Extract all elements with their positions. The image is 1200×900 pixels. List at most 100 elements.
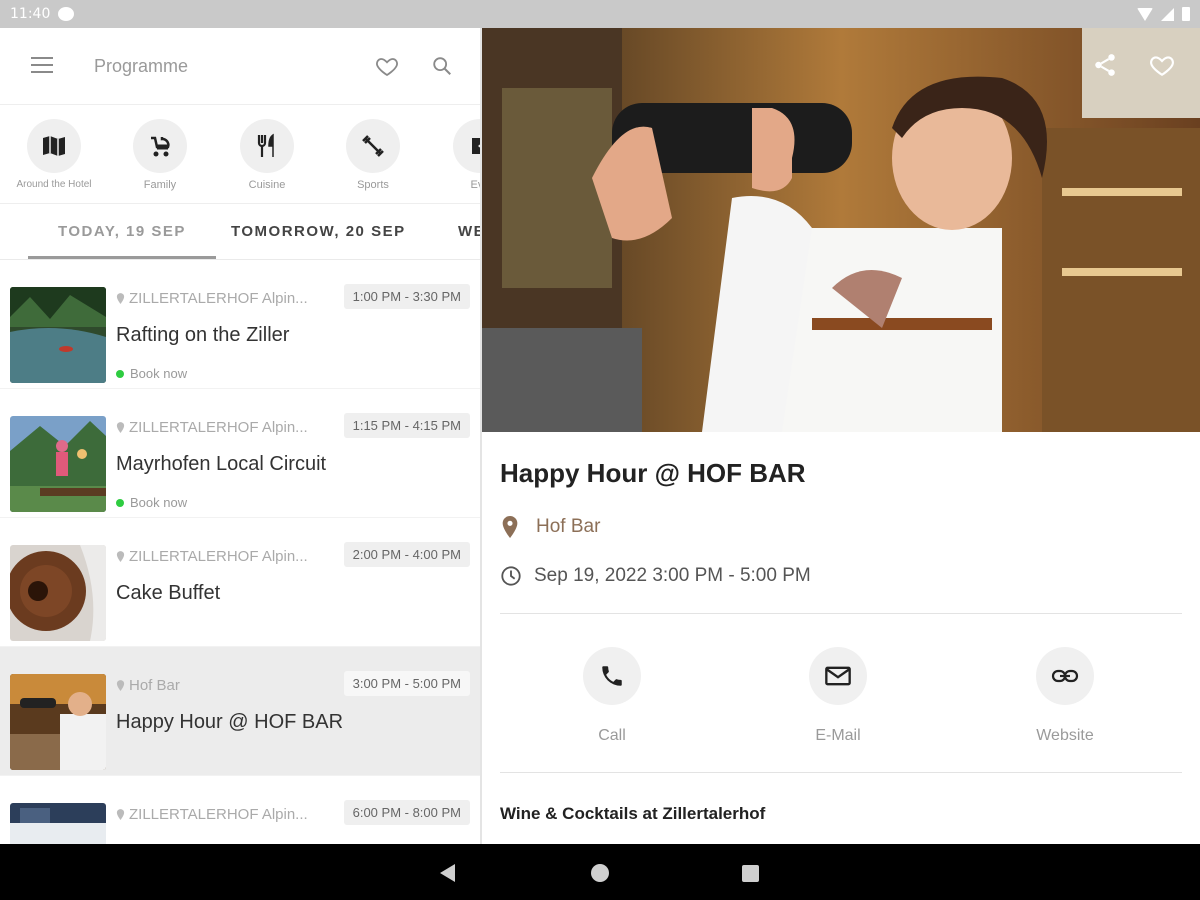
- book-now-status[interactable]: Book now: [116, 495, 187, 510]
- email-label: E-Mail: [815, 727, 861, 744]
- event-location: ZILLERTALERHOF Alpin...: [116, 419, 308, 436]
- event-detail-datetime-text: Sep 19, 2022 3:00 PM - 5:00 PM: [534, 565, 811, 586]
- battery-icon: [1182, 7, 1190, 21]
- category-sports[interactable]: Sports: [328, 119, 418, 191]
- event-location: ZILLERTALERHOF Alpin...: [116, 548, 308, 565]
- event-location-text: ZILLERTALERHOF Alpin...: [129, 419, 308, 436]
- event-thumbnail: [10, 803, 106, 844]
- event-detail-datetime: Sep 19, 2022 3:00 PM - 5:00 PM: [500, 565, 811, 587]
- location-pin-icon: [116, 551, 125, 562]
- dumbbell-icon: [362, 135, 384, 157]
- event-row[interactable]: ZILLERTALERHOF Alpin... 6:00 PM - 8:00 P…: [0, 776, 480, 844]
- favorite-heart-icon[interactable]: [1148, 52, 1176, 78]
- category-label: Cuisine: [248, 179, 286, 191]
- date-tabs: TODAY, 19 SEP TOMORROW, 20 SEP WE: [0, 204, 480, 260]
- event-title: Mayrhofen Local Circuit: [116, 453, 327, 475]
- location-pin-icon: [116, 809, 125, 820]
- event-time-badge: 1:15 PM - 4:15 PM: [343, 413, 470, 438]
- favorites-heart-icon[interactable]: [374, 54, 400, 78]
- event-detail-location[interactable]: Hof Bar: [500, 516, 600, 538]
- event-row-selected[interactable]: Hof Bar 3:00 PM - 5:00 PM Happy Hour @ H…: [0, 647, 480, 776]
- event-row[interactable]: ZILLERTALERHOF Alpin... 1:00 PM - 3:30 P…: [0, 260, 480, 389]
- home-icon[interactable]: [591, 864, 609, 882]
- phone-icon: [602, 666, 622, 686]
- active-tab-indicator: [28, 256, 216, 259]
- location-pin-icon: [502, 516, 518, 538]
- available-dot: [116, 498, 124, 507]
- page-title: Programme: [94, 56, 189, 76]
- status-icons: [1137, 7, 1190, 21]
- wifi-icon: [1137, 7, 1153, 21]
- search-icon[interactable]: [431, 55, 453, 77]
- event-thumbnail: [10, 545, 106, 641]
- link-icon: [1051, 669, 1079, 683]
- clock-icon: [501, 566, 521, 586]
- event-location-text: Hof Bar: [129, 677, 180, 694]
- stroller-icon: [151, 136, 170, 157]
- event-thumbnail: [10, 416, 106, 512]
- event-detail-location-text: Hof Bar: [536, 516, 601, 537]
- menu-icon[interactable]: [31, 57, 53, 73]
- event-detail-title: Happy Hour @ HOF BAR: [500, 458, 806, 488]
- category-around-the-hotel[interactable]: Around the Hotel: [9, 119, 99, 190]
- location-pin-icon: [116, 422, 125, 433]
- description-heading: Wine & Cocktails at Zillertalerhof: [500, 804, 766, 823]
- recent-apps-icon[interactable]: [742, 865, 759, 882]
- book-now-label: Book now: [130, 366, 188, 381]
- section-divider: [500, 772, 1182, 773]
- event-thumbnail: [10, 674, 106, 770]
- call-label: Call: [598, 727, 626, 744]
- event-row[interactable]: ZILLERTALERHOF Alpin... 1:15 PM - 4:15 P…: [0, 389, 480, 518]
- event-location-text: ZILLERTALERHOF Alpin...: [129, 806, 308, 823]
- section-divider: [500, 613, 1182, 614]
- available-dot: [116, 369, 124, 378]
- category-label: Sports: [357, 179, 389, 191]
- category-cuisine[interactable]: Cuisine: [222, 119, 312, 191]
- location-pin-icon: [116, 680, 125, 691]
- signal-icon: [1161, 7, 1174, 21]
- website-label: Website: [1036, 727, 1094, 744]
- email-icon: [825, 666, 851, 686]
- back-icon[interactable]: [440, 864, 455, 882]
- cutlery-icon: [257, 133, 274, 157]
- event-hero-image: [482, 28, 1200, 432]
- programme-pane: Programme Around the Hotel Family Cuisin…: [0, 28, 480, 844]
- email-button[interactable]: E-Mail: [778, 647, 898, 745]
- event-row[interactable]: ZILLERTALERHOF Alpin... 2:00 PM - 4:00 P…: [0, 518, 480, 647]
- call-button[interactable]: Call: [552, 647, 672, 745]
- website-button[interactable]: Website: [1005, 647, 1125, 745]
- share-icon[interactable]: [1092, 52, 1118, 78]
- tab-tomorrow[interactable]: TOMORROW, 20 SEP: [231, 223, 406, 240]
- category-label: Eve: [470, 179, 480, 191]
- event-thumbnail: [10, 287, 106, 383]
- event-title: Rafting on the Ziller: [116, 324, 290, 346]
- top-app-bar: Programme: [0, 28, 480, 105]
- book-now-status[interactable]: Book now: [116, 366, 187, 381]
- category-label: Around the Hotel: [16, 179, 92, 190]
- event-location: ZILLERTALERHOF Alpin...: [116, 806, 308, 823]
- status-bar: 11:40: [0, 0, 1200, 28]
- category-events[interactable]: Eve: [435, 119, 480, 191]
- event-detail-pane: Happy Hour @ HOF BAR Hof Bar Sep 19, 202…: [482, 28, 1200, 844]
- tab-today[interactable]: TODAY, 19 SEP: [58, 223, 186, 240]
- status-time: 11:40: [10, 6, 51, 22]
- system-navigation-bar: [0, 844, 1200, 900]
- map-icon: [43, 136, 65, 156]
- event-time-badge: 2:00 PM - 4:00 PM: [343, 542, 470, 567]
- event-time-badge: 1:00 PM - 3:30 PM: [343, 284, 470, 309]
- event-time-badge: 3:00 PM - 5:00 PM: [343, 671, 470, 696]
- hero-actions: [1092, 52, 1176, 78]
- event-location: ZILLERTALERHOF Alpin...: [116, 290, 308, 307]
- location-pin-icon: [116, 293, 125, 304]
- event-location: Hof Bar: [116, 677, 180, 694]
- event-location-text: ZILLERTALERHOF Alpin...: [129, 290, 308, 307]
- category-strip: Around the Hotel Family Cuisine Sports E…: [0, 105, 480, 204]
- event-time-badge: 6:00 PM - 8:00 PM: [343, 800, 470, 825]
- category-family[interactable]: Family: [115, 119, 205, 191]
- tab-wednesday[interactable]: WE: [458, 223, 480, 240]
- event-location-text: ZILLERTALERHOF Alpin...: [129, 548, 308, 565]
- chat-notification-icon: [58, 7, 75, 21]
- event-icon: [472, 138, 480, 154]
- event-title: Cake Buffet: [116, 582, 221, 604]
- category-label: Family: [143, 179, 177, 191]
